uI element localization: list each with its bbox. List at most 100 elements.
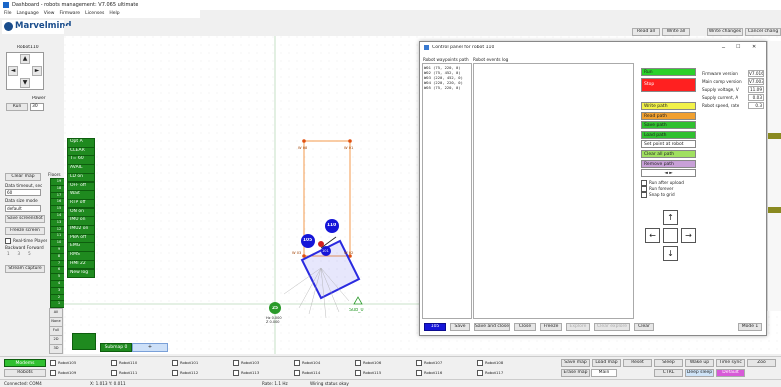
robot-item-checkbox[interactable]	[416, 360, 422, 366]
param-value[interactable]: 0.3	[748, 102, 764, 109]
bottom-action-button[interactable]: Zoo	[747, 359, 776, 367]
stop-robot-button[interactable]: Stop	[641, 78, 696, 92]
arrow-up-button[interactable]: ↑	[663, 210, 678, 225]
menu-firmware[interactable]: Firmware	[59, 10, 80, 18]
robot-item[interactable]: Robot101	[172, 359, 232, 367]
joystick-right-button[interactable]: ►	[32, 66, 42, 76]
submap-toggle[interactable]	[72, 333, 96, 350]
map-control-button[interactable]: 3D	[49, 344, 63, 354]
robot-item[interactable]: Robot111	[111, 369, 171, 377]
path-button[interactable]: Load path	[641, 130, 696, 139]
path-button[interactable]: Write path	[641, 102, 696, 110]
bottom-action-button[interactable]: Wake up	[685, 359, 714, 367]
dialog-button[interactable]: 105	[424, 323, 446, 331]
close-icon[interactable]: ✕	[752, 44, 756, 50]
read-all-button[interactable]: Read all	[632, 28, 660, 36]
submap-button[interactable]: Submap 0	[100, 343, 132, 352]
path-nav-arrows[interactable]: ◄ ►	[641, 169, 696, 178]
bottom-action-button[interactable]: CTRL	[654, 369, 683, 377]
bottom-action-button[interactable]: Erase map	[561, 369, 590, 377]
joystick-left-button[interactable]: ◄	[8, 66, 18, 76]
modems-button[interactable]: Modems	[4, 359, 46, 367]
map-select[interactable]: Main	[591, 369, 617, 377]
write-changes-button[interactable]: Write changes	[707, 28, 743, 36]
data-timeout-field[interactable]: 60	[5, 189, 41, 196]
robot-item[interactable]: Robot108	[477, 359, 537, 367]
robot-item-checkbox[interactable]	[111, 360, 117, 366]
waypoint-item[interactable]: W05 (75, 220, 0)	[424, 85, 470, 90]
option-checkbox-box[interactable]	[641, 192, 647, 198]
robot-item[interactable]: Robot103	[233, 359, 293, 367]
dialog-button[interactable]: Save and close	[474, 323, 510, 331]
robot-item-checkbox[interactable]	[416, 370, 422, 376]
robot-item[interactable]: Robot107	[416, 359, 476, 367]
path-button[interactable]: Save path	[641, 121, 696, 130]
robot-item[interactable]: Robot105	[50, 359, 110, 367]
green-toggle-button[interactable]: New log	[67, 268, 95, 278]
bottom-action-button[interactable]: Deep sleep	[685, 369, 714, 377]
robot-item[interactable]: Robot106	[355, 359, 415, 367]
events-log[interactable]	[473, 63, 634, 319]
dialog-button[interactable]: Clear explore	[594, 323, 630, 331]
robot-item-checkbox[interactable]	[233, 360, 239, 366]
robot-item[interactable]: Robot112	[172, 369, 232, 377]
bottom-action-button[interactable]: Load map	[592, 359, 621, 367]
submap-add-button[interactable]: +	[132, 343, 168, 352]
bottom-action-button[interactable]: Time sync	[716, 359, 745, 367]
joystick-down-button[interactable]: ▼	[20, 78, 30, 88]
arrow-left-button[interactable]: ←	[645, 228, 660, 243]
robot-item-checkbox[interactable]	[294, 370, 300, 376]
robot-item[interactable]: Robot113	[233, 369, 293, 377]
waypoints-list[interactable]: W01 (75, 220, 0) W02 (75, 452, 0) W03 (220…	[422, 63, 472, 319]
data-size-mode-select[interactable]: default	[5, 205, 41, 212]
param-value[interactable]: 0.03	[748, 94, 764, 101]
path-button[interactable]: Clear all path	[641, 150, 696, 158]
save-screenshot-button[interactable]: Save screenshot	[5, 215, 45, 223]
option-checkbox[interactable]: Snap to grid	[641, 192, 701, 198]
dialog-button[interactable]: Mode 1	[738, 323, 762, 331]
cancel-changes-button[interactable]: Cancel chang	[745, 28, 781, 36]
robot-item[interactable]: Robot104	[294, 359, 354, 367]
path-button[interactable]: Set point at robot	[641, 140, 696, 149]
param-value[interactable]: V7.003	[748, 78, 764, 85]
dialog-button[interactable]: Freeze	[540, 323, 562, 331]
menu-view[interactable]: View	[44, 10, 55, 18]
robot-item-checkbox[interactable]	[50, 370, 56, 376]
bottom-action-button[interactable]: Sleep	[654, 359, 683, 367]
dialog-button[interactable]: Close	[514, 323, 536, 331]
robots-button[interactable]: Robots	[4, 369, 46, 377]
dialog-button[interactable]: Clear	[634, 323, 654, 331]
robot-item-checkbox[interactable]	[355, 370, 361, 376]
arrow-down-button[interactable]: ↓	[663, 246, 678, 261]
run-value-field[interactable]: 30	[30, 103, 44, 111]
realtime-player-checkbox[interactable]: Real-time Player	[5, 238, 47, 244]
param-value[interactable]: 11.09	[748, 86, 764, 93]
joystick-up-button[interactable]: ▲	[20, 54, 30, 64]
arrow-right-button[interactable]: →	[681, 228, 696, 243]
robot-item-checkbox[interactable]	[50, 360, 56, 366]
robot-item[interactable]: Robot117	[477, 369, 537, 377]
realtime-player-box[interactable]	[5, 238, 11, 244]
param-value[interactable]: V7.016	[748, 70, 764, 77]
write-all-button[interactable]: Write all	[662, 28, 690, 36]
robot-item[interactable]: Robot110	[111, 359, 171, 367]
path-button[interactable]: Remove path	[641, 159, 696, 168]
dialog-button[interactable]: Explore	[566, 323, 590, 331]
bottom-action-button[interactable]: Save map	[561, 359, 590, 367]
robot-item[interactable]: Robot114	[294, 369, 354, 377]
robot-item-checkbox[interactable]	[355, 360, 361, 366]
robot-item-checkbox[interactable]	[172, 360, 178, 366]
menu-licenses[interactable]: Licenses	[85, 10, 104, 18]
stream-capture-button[interactable]: Stream capture	[5, 265, 45, 273]
arrow-center-button[interactable]	[663, 228, 678, 243]
menu-file[interactable]: File	[4, 10, 12, 18]
robot-item[interactable]: Robot116	[416, 369, 476, 377]
robot-item-checkbox[interactable]	[477, 360, 483, 366]
robot-item-checkbox[interactable]	[477, 370, 483, 376]
freeze-screen-button[interactable]: Freeze screen	[5, 227, 45, 235]
minimize-icon[interactable]: ─	[722, 45, 725, 51]
robot-item-checkbox[interactable]	[294, 360, 300, 366]
robot-item-checkbox[interactable]	[233, 370, 239, 376]
robot-item-checkbox[interactable]	[111, 370, 117, 376]
robot-item[interactable]: Robot115	[355, 369, 415, 377]
